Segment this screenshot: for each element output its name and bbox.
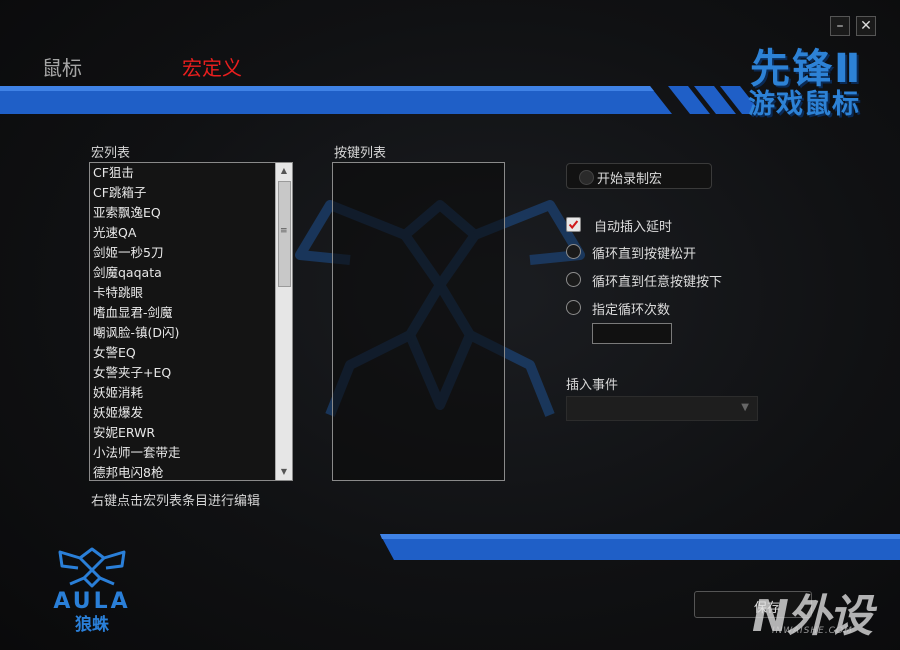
macro-list-item[interactable]: 剑姬一秒5刀 (90, 243, 275, 263)
scroll-down-arrow-icon[interactable]: ▼ (276, 464, 292, 480)
minimize-button[interactable]: – (830, 16, 850, 36)
key-listbox[interactable] (332, 162, 505, 481)
watermark-subtext: INWAISHE.COM (772, 626, 853, 636)
macro-list-item[interactable]: 女警EQ (90, 343, 275, 363)
macro-list-item[interactable]: 嘲讽脸-镇(D闪) (90, 323, 275, 343)
macro-list-hint: 右键点击宏列表条目进行编辑 (91, 494, 261, 509)
close-button[interactable]: ✕ (856, 16, 876, 36)
scroll-thumb[interactable]: ≡ (278, 181, 291, 287)
macro-list-item[interactable]: 卡特跳眼 (90, 283, 275, 303)
logo-subtext: 狼蛛 (75, 614, 110, 635)
macro-list-item[interactable]: 德邦电闪8枪 (90, 463, 275, 480)
radio-unchecked-icon (566, 300, 581, 315)
tab-macro-definition[interactable]: 宏定义 (182, 52, 242, 81)
product-brand-logo: 先锋Ⅱ 游戏鼠标 (744, 36, 894, 120)
macro-list-item[interactable]: 妖姬消耗 (90, 383, 275, 403)
macro-list-item[interactable]: CF跳箱子 (90, 183, 275, 203)
macro-editor-window: – ✕ 鼠标 宏定义 先锋Ⅱ 游戏鼠标 宏列表 CF狙击 CF跳箱子 亚索飘逸E… (0, 0, 900, 650)
record-button-label: 开始录制宏 (597, 172, 663, 187)
checkbox-checked-icon (566, 217, 581, 232)
macro-list-item[interactable]: 安妮ERWR (90, 423, 275, 443)
option-label: 循环直到按键松开 (592, 247, 697, 262)
macro-list-item[interactable]: 嗜血显君-剑魔 (90, 303, 275, 323)
macro-list-scrollbar[interactable]: ▲ ≡ ▼ (275, 163, 292, 480)
key-list-label: 按键列表 (334, 146, 387, 161)
macro-list-item[interactable]: 光速QA (90, 223, 275, 243)
macro-listbox[interactable]: CF狙击 CF跳箱子 亚索飘逸EQ 光速QA 剑姬一秒5刀 剑魔qaqata 卡… (89, 162, 293, 481)
scroll-up-arrow-icon[interactable]: ▲ (276, 163, 292, 179)
chevron-down-icon: ▼ (741, 402, 749, 413)
radio-unchecked-icon (566, 244, 581, 259)
start-record-macro-button[interactable]: 开始录制宏 (566, 163, 712, 189)
macro-list-item[interactable]: 亚索飘逸EQ (90, 203, 275, 223)
loop-count-input[interactable] (592, 323, 672, 344)
macro-list-item[interactable]: 妖姬爆发 (90, 403, 275, 423)
macro-list-item[interactable]: 剑魔qaqata (90, 263, 275, 283)
radio-unchecked-icon (566, 272, 581, 287)
macro-list-item[interactable]: 小法师一套带走 (90, 443, 275, 463)
tab-mouse[interactable]: 鼠标 (42, 52, 82, 81)
insert-event-label: 插入事件 (566, 378, 619, 393)
macro-list-item[interactable]: 女警夹子+EQ (90, 363, 275, 383)
aula-logo-icon: AULA 狼蛛 (53, 547, 130, 635)
site-watermark: N外设 INWAISHE.COM (752, 580, 892, 642)
brand-subtitle: 游戏鼠标 (748, 89, 860, 120)
macro-list-label: 宏列表 (91, 146, 131, 161)
option-label: 指定循环次数 (592, 303, 671, 318)
macro-list-item[interactable]: CF狙击 (90, 163, 275, 183)
option-label: 自动插入延时 (594, 220, 673, 235)
logo-text: AULA (53, 589, 130, 614)
insert-event-dropdown[interactable]: ▼ (566, 396, 758, 421)
option-label: 循环直到任意按键按下 (592, 275, 723, 290)
record-icon (579, 170, 594, 185)
